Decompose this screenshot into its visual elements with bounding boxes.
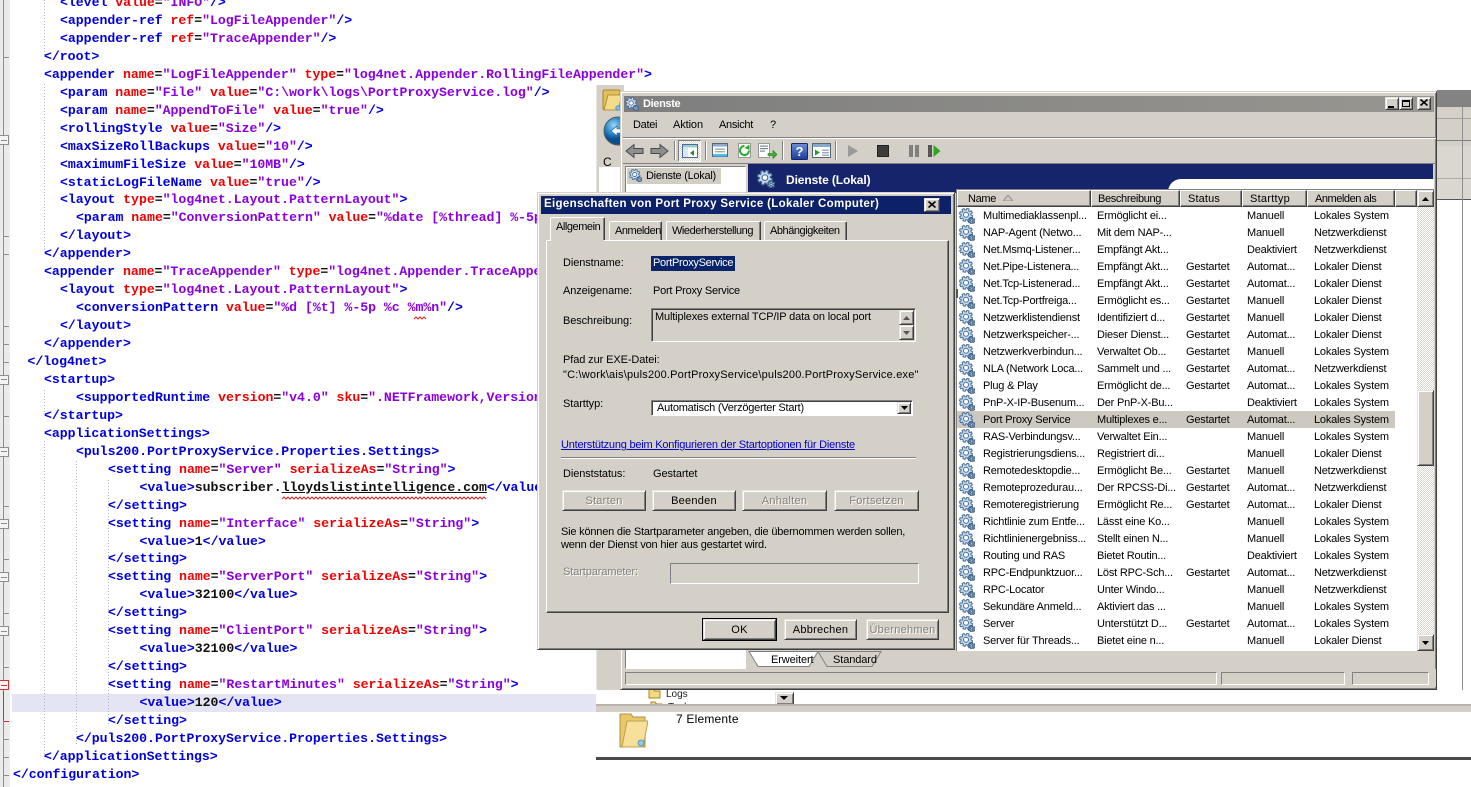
- svg-text:?: ?: [796, 144, 804, 159]
